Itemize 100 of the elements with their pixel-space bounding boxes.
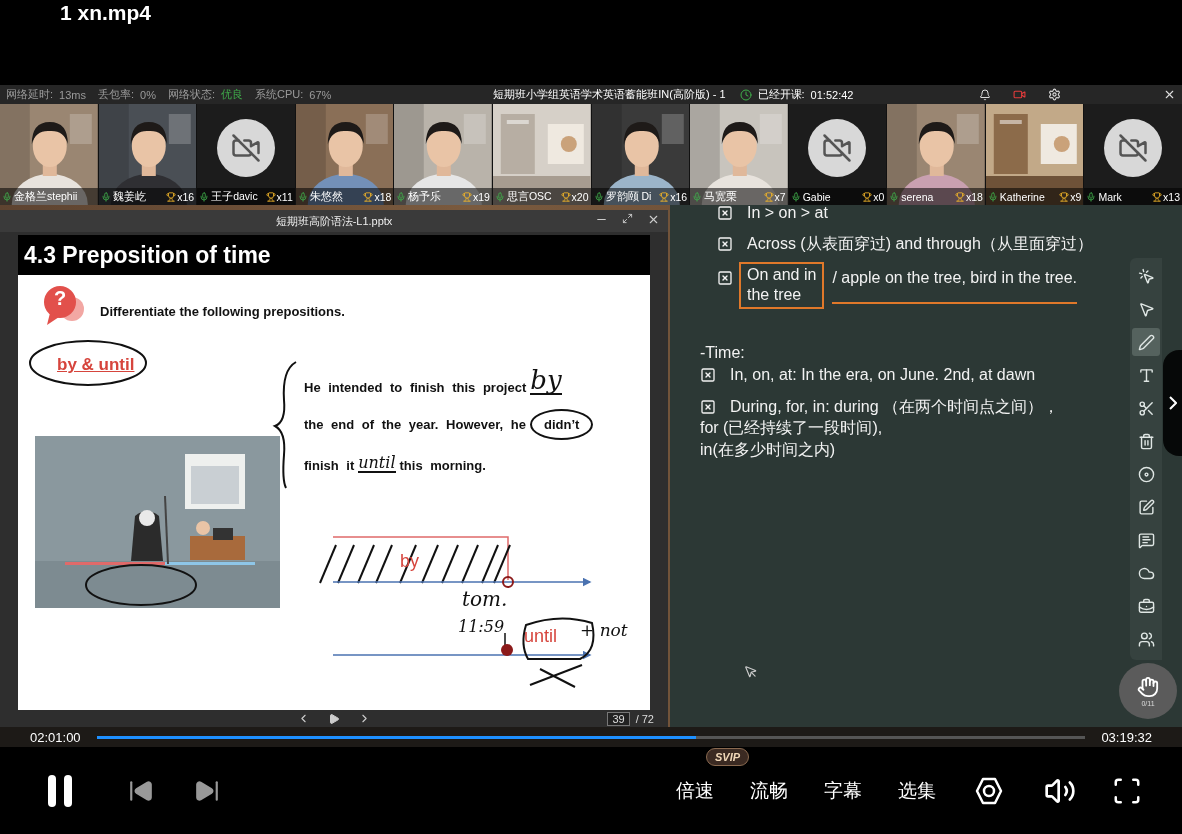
- participant-name: Katherine: [999, 190, 1045, 203]
- trophy-count: x0: [873, 190, 885, 203]
- board-text: In > on > at: [747, 205, 828, 223]
- boxed-x-icon: [700, 367, 716, 383]
- handwritten-text: by: [530, 367, 562, 395]
- maximize-icon[interactable]: [622, 213, 633, 224]
- stat-value: 13ms: [59, 88, 86, 101]
- cursor-icon: [744, 665, 758, 679]
- pen-tool[interactable]: [1132, 328, 1160, 356]
- trophy-icon: [363, 191, 374, 202]
- camera-off-icon: [1118, 132, 1149, 163]
- stat-value: 0%: [140, 88, 156, 101]
- pause-button[interactable]: [48, 774, 72, 807]
- mic-icon: [692, 191, 703, 202]
- trophy-icon: [265, 191, 276, 202]
- camera-off-icon: [230, 132, 261, 163]
- stat-label: 系统CPU:: [255, 87, 304, 102]
- board-text: On and in: [747, 265, 817, 285]
- participant-name: 思言OSC: [506, 189, 552, 204]
- window-title: 短期班高阶语法-L1.pptx: [275, 213, 393, 229]
- board-text: In, on, at: In the era, on June. 2nd, at dawn: [730, 365, 1036, 385]
- users-icon: [1137, 630, 1155, 648]
- mic-icon: [100, 191, 111, 202]
- trophy-icon: [560, 191, 571, 202]
- sentence-text: finish it: [304, 458, 355, 473]
- bell-icon[interactable]: [979, 88, 991, 101]
- mic-icon: [889, 191, 900, 202]
- board-text: for (已经持续了一段时间),: [700, 418, 883, 438]
- scissors-icon: [1137, 399, 1155, 417]
- page-total: / 72: [635, 712, 654, 725]
- trash-icon: [1137, 432, 1155, 450]
- slide-title: 4.3 Preposition of time: [24, 241, 271, 269]
- player-option[interactable]: 流畅: [750, 777, 788, 804]
- pointer-click-icon: [1137, 267, 1155, 285]
- sentence-text: the end of the year. However, he: [304, 417, 526, 432]
- camera-icon[interactable]: [1013, 88, 1026, 101]
- board-text: / apple on the tree, bird in the tree.: [832, 268, 1077, 304]
- boxed-x-icon: [717, 270, 733, 286]
- close-icon[interactable]: [647, 213, 660, 226]
- participant-name: 杨予乐: [408, 189, 442, 204]
- sentence-text: this morning.: [399, 458, 486, 473]
- chat-icon: [1137, 531, 1155, 549]
- progress-track[interactable]: [96, 735, 1086, 739]
- settings-icon[interactable]: [1048, 88, 1061, 101]
- trophy-icon: [862, 191, 873, 202]
- mic-icon: [790, 191, 801, 202]
- camera-off-icon: [822, 132, 853, 163]
- board-text: Across (从表面穿过) and through（从里面穿过）: [747, 234, 1093, 254]
- slide-topic: by & until: [57, 355, 135, 375]
- boxed-x-icon: [700, 399, 716, 415]
- stat-label: 网络状态:: [167, 87, 215, 102]
- trophy-count: x11: [276, 190, 293, 203]
- board-text: During, for, in: during （在两个时间点之间），: [730, 397, 1059, 417]
- trophy-count: x9: [1070, 190, 1082, 203]
- trophy-count: x7: [774, 190, 786, 203]
- stat-value: 67%: [309, 88, 332, 101]
- note-edit-icon: [1137, 498, 1155, 516]
- board-text: the tree: [747, 285, 803, 305]
- duration-time: 03:19:32: [1101, 729, 1152, 745]
- diagram-label: until: [524, 626, 558, 646]
- settings-button[interactable]: [974, 775, 1004, 806]
- trophy-icon: [659, 191, 670, 202]
- vip-badge: SVIP: [706, 747, 750, 766]
- trophy-count: x13: [1163, 190, 1180, 203]
- elapsed-label: 已经开课:: [757, 87, 805, 102]
- class-title: 短期班小学组英语学术英语蓄能班IN(高阶版) - 1: [493, 87, 726, 102]
- trophy-icon: [1152, 191, 1163, 202]
- handwritten-text: 11:59: [458, 617, 505, 636]
- trophy-count: x18: [374, 190, 392, 203]
- trophy-count: x19: [472, 190, 490, 203]
- mic-icon: [593, 191, 604, 202]
- slide-prompt: Differentiate the following prepositions.: [100, 304, 345, 319]
- pen-icon: [1137, 333, 1155, 351]
- mic-icon: [396, 191, 407, 202]
- boxed-x-icon: [717, 205, 733, 221]
- trophy-count: x16: [670, 190, 688, 203]
- participant-name: 马宽栗: [704, 189, 738, 204]
- player-option[interactable]: 选集: [898, 777, 936, 804]
- board-text: in(在多少时间之内): [700, 440, 836, 460]
- elapsed-time: 01:52:42: [810, 88, 854, 101]
- player-option[interactable]: 字幕: [824, 777, 862, 804]
- trophy-icon: [166, 191, 177, 202]
- trophy-icon: [954, 191, 965, 202]
- play-icon[interactable]: [328, 712, 340, 725]
- text-icon: [1137, 366, 1155, 384]
- close-icon[interactable]: [1163, 88, 1176, 101]
- file-title: 1 xn.mp4: [60, 1, 152, 25]
- participant-name: 罗韵颐 Di: [605, 189, 652, 204]
- mic-icon: [1086, 191, 1097, 202]
- chevron-right-icon: [1168, 396, 1177, 410]
- trophy-count: x16: [177, 190, 195, 203]
- stat-label: 丢包率:: [97, 87, 135, 102]
- participant-name: 魏姜屹: [112, 189, 146, 204]
- participant-name: 王子davic: [211, 189, 258, 204]
- current-time: 02:01:00: [30, 729, 81, 745]
- circle-icon: [1137, 465, 1155, 483]
- participant-name: Gabie: [802, 190, 831, 203]
- trophy-icon: [1059, 191, 1070, 202]
- participant-name: 朱悠然: [309, 189, 343, 204]
- page-field[interactable]: 39: [607, 711, 630, 726]
